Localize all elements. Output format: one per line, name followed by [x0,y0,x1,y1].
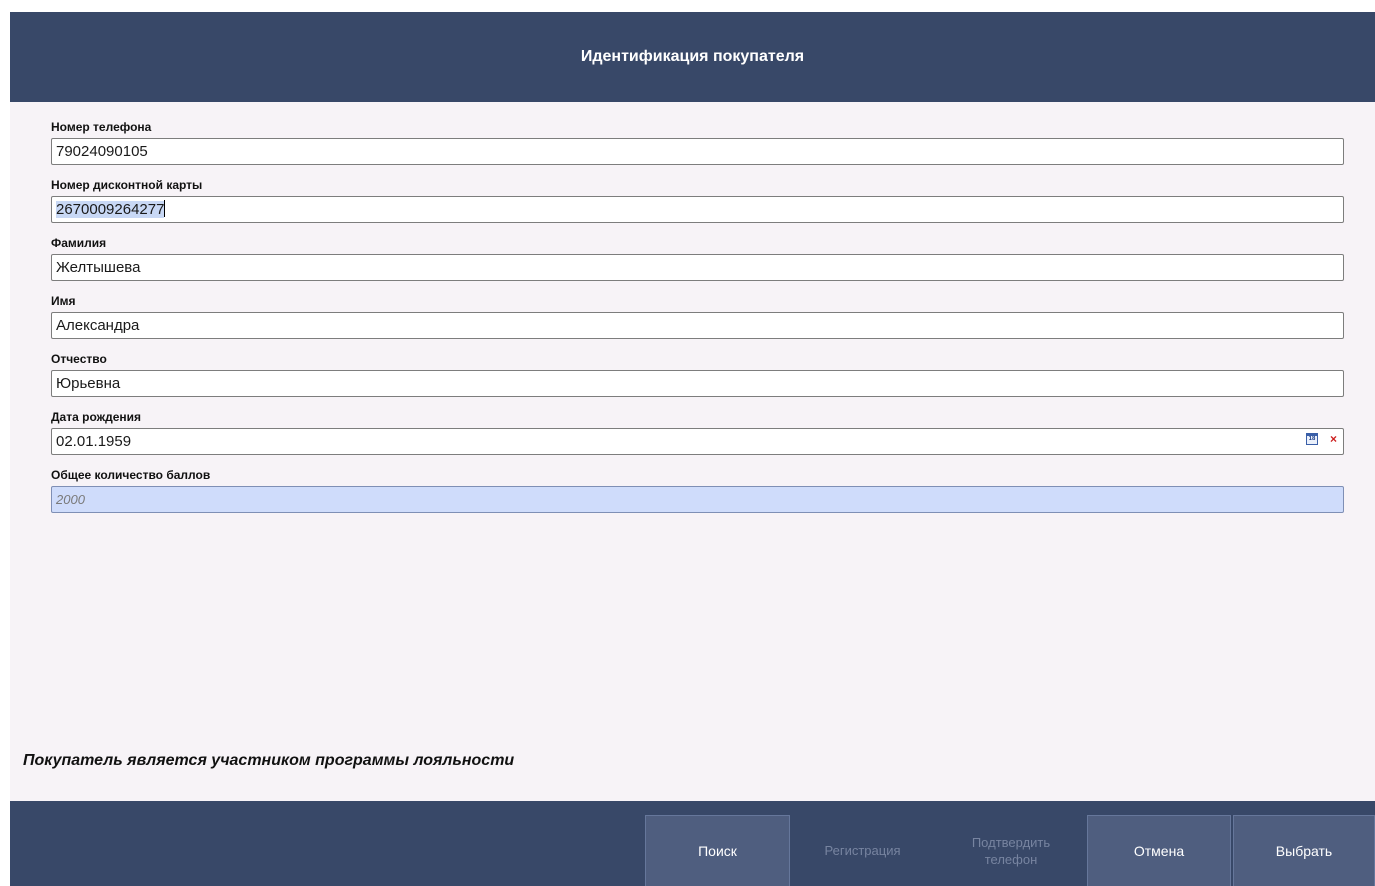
customer-form: Номер телефона 79024090105 Номер дисконт… [51,119,1344,525]
customer-identification-dialog: Идентификация покупателя Номер телефона … [10,12,1375,886]
register-button-label: Регистрация [824,843,901,858]
dialog-title: Идентификация покупателя [580,48,805,65]
name-field[interactable]: Александра [51,312,1344,339]
register-button: Регистрация [790,815,935,886]
dialog-header: Идентификация покупателя [10,12,1375,102]
loyalty-status-message: Покупатель является участником программы… [23,752,515,769]
phone-field[interactable]: 79024090105 [51,138,1344,165]
cancel-button-label: Отмена [1133,843,1185,859]
search-button[interactable]: Поиск [645,815,790,886]
confirm-phone-label-line2: телефон [984,851,1038,867]
select-button[interactable]: Выбрать [1233,815,1375,886]
points-value: 2000 [56,492,85,507]
select-button-label: Выбрать [1275,843,1333,859]
surname-value: Желтышева [56,259,141,276]
clear-icon[interactable]: × [1330,433,1337,445]
card-label: Номер дисконтной карты [51,178,203,192]
cancel-button[interactable]: Отмена [1087,815,1231,886]
calendar-icon[interactable]: 18 [1305,433,1318,445]
patronymic-label: Отчество [51,352,107,366]
confirm-phone-label-line1: Подтвердить [971,834,1051,850]
confirm-phone-button: Подтвердить телефон [935,815,1087,886]
search-button-label: Поиск [698,843,737,859]
button-bar: Поиск Регистрация Подтвердить телефон От… [10,801,1375,886]
birthdate-actions: 18 × [1305,433,1337,445]
points-label: Общее количество баллов [51,468,211,482]
surname-field[interactable]: Желтышева [51,254,1344,281]
birthdate-field[interactable]: 02.01.1959 18 × [51,428,1344,455]
card-number-field[interactable]: 2670009264277 [51,196,1344,223]
patronymic-field[interactable]: Юрьевна [51,370,1344,397]
birthdate-label: Дата рождения [51,410,142,424]
phone-value: 79024090105 [56,143,148,160]
name-label: Имя [51,294,76,308]
surname-label: Фамилия [51,236,107,250]
birthdate-value: 02.01.1959 [56,433,132,450]
text-caret [164,200,166,217]
phone-label: Номер телефона [51,120,152,134]
name-value: Александра [56,317,140,334]
points-field: 2000 [51,486,1344,513]
patronymic-value: Юрьевна [56,375,121,392]
card-number-value: 2670009264277 [56,201,165,218]
